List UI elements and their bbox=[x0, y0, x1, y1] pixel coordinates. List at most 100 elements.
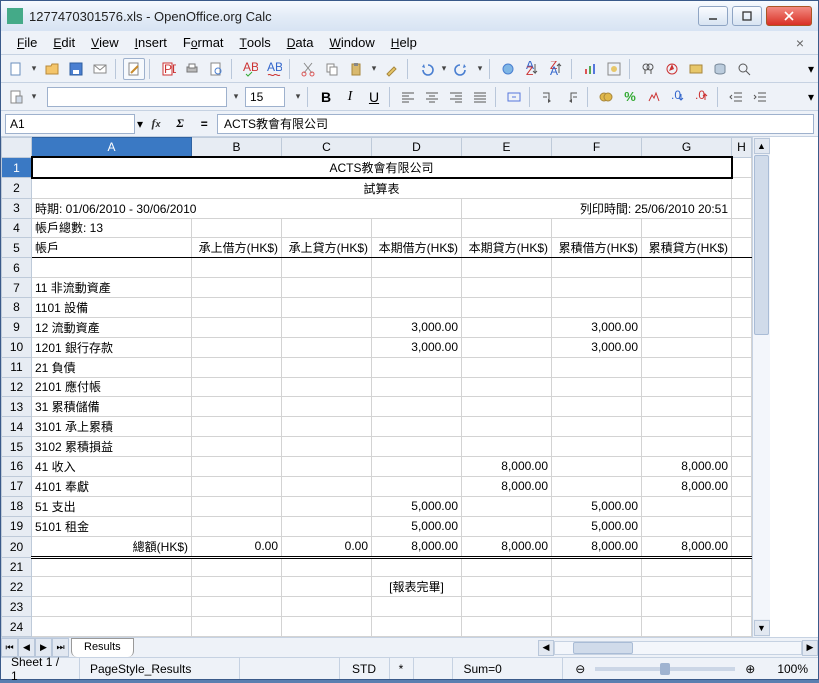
cell[interactable] bbox=[192, 437, 282, 457]
cell[interactable] bbox=[192, 317, 282, 337]
cell[interactable] bbox=[642, 397, 732, 417]
status-sum[interactable]: Sum=0 bbox=[453, 658, 563, 679]
row-header[interactable]: 18 bbox=[2, 496, 32, 516]
font-name-input[interactable] bbox=[47, 87, 227, 107]
row-header[interactable]: 23 bbox=[2, 597, 32, 617]
copy-icon[interactable] bbox=[321, 58, 343, 80]
cell[interactable]: 列印時間: 25/06/2010 20:51 bbox=[462, 198, 732, 218]
minimize-button[interactable] bbox=[698, 6, 728, 26]
cell[interactable]: 3,000.00 bbox=[552, 317, 642, 337]
cell[interactable] bbox=[462, 437, 552, 457]
cell[interactable]: 12 流動資產 bbox=[32, 317, 192, 337]
maximize-button[interactable] bbox=[732, 6, 762, 26]
cell[interactable] bbox=[642, 377, 732, 397]
print-icon[interactable] bbox=[181, 58, 203, 80]
new-dropdown[interactable]: ▾ bbox=[29, 63, 39, 74]
cell[interactable]: 5,000.00 bbox=[372, 496, 462, 516]
menu-data[interactable]: Data bbox=[279, 32, 322, 53]
font-size-dropdown[interactable]: ▾ bbox=[293, 91, 303, 102]
row-header[interactable]: 20 bbox=[2, 536, 32, 557]
ltr-icon[interactable] bbox=[537, 86, 559, 108]
navigator-icon[interactable] bbox=[661, 58, 683, 80]
undo-dropdown[interactable]: ▾ bbox=[439, 63, 449, 74]
sum-icon[interactable]: Σ bbox=[169, 113, 191, 135]
cell[interactable] bbox=[192, 298, 282, 318]
zoom-slider[interactable] bbox=[595, 667, 735, 671]
function-wizard-icon[interactable]: fx bbox=[145, 113, 167, 135]
cell[interactable] bbox=[282, 456, 372, 476]
cell[interactable] bbox=[552, 456, 642, 476]
row-header[interactable]: 10 bbox=[2, 337, 32, 357]
cell[interactable]: 51 支出 bbox=[32, 496, 192, 516]
cell[interactable] bbox=[282, 298, 372, 318]
cell[interactable]: 5101 租金 bbox=[32, 516, 192, 536]
status-mode[interactable]: STD bbox=[340, 658, 390, 679]
cell[interactable] bbox=[282, 317, 372, 337]
cell[interactable] bbox=[552, 476, 642, 496]
row-header[interactable]: 13 bbox=[2, 397, 32, 417]
cell[interactable] bbox=[462, 357, 552, 377]
cell[interactable]: 承上借方(HK$) bbox=[192, 238, 282, 258]
cell[interactable] bbox=[192, 496, 282, 516]
cell[interactable] bbox=[642, 278, 732, 298]
cell[interactable]: 帳戶總數: 13 bbox=[32, 218, 192, 238]
cell[interactable] bbox=[282, 357, 372, 377]
currency-icon[interactable] bbox=[595, 86, 617, 108]
row-header[interactable]: 21 bbox=[2, 557, 32, 577]
cell[interactable] bbox=[192, 516, 282, 536]
name-box[interactable] bbox=[5, 114, 135, 134]
sort-desc-icon[interactable]: ZA bbox=[545, 58, 567, 80]
row-header[interactable]: 1 bbox=[2, 157, 32, 177]
cell-A1[interactable]: ACTS教會有限公司 bbox=[32, 157, 732, 177]
cell[interactable]: 3101 承上累積 bbox=[32, 417, 192, 437]
cell[interactable] bbox=[642, 337, 732, 357]
cell[interactable] bbox=[192, 357, 282, 377]
row-header[interactable]: 16 bbox=[2, 456, 32, 476]
cell[interactable] bbox=[642, 516, 732, 536]
add-decimal-icon[interactable]: .0 bbox=[667, 86, 689, 108]
cell[interactable] bbox=[192, 456, 282, 476]
cell[interactable]: 帳戶 bbox=[32, 238, 192, 258]
menu-window[interactable]: Window bbox=[321, 32, 382, 53]
cell[interactable]: 3102 累積損益 bbox=[32, 437, 192, 457]
tab-first-icon[interactable]: ⏮ bbox=[1, 638, 18, 657]
styles-icon[interactable] bbox=[5, 86, 27, 108]
cell[interactable] bbox=[282, 496, 372, 516]
equals-icon[interactable]: = bbox=[193, 113, 215, 135]
cell[interactable]: 8,000.00 bbox=[642, 476, 732, 496]
align-right-icon[interactable] bbox=[445, 86, 467, 108]
cell[interactable] bbox=[642, 298, 732, 318]
menubar-close-icon[interactable]: × bbox=[790, 35, 810, 51]
sort-asc-icon[interactable]: AZ bbox=[521, 58, 543, 80]
cell[interactable] bbox=[282, 437, 372, 457]
cell[interactable] bbox=[462, 298, 552, 318]
formula-input[interactable] bbox=[217, 114, 814, 134]
cell[interactable]: 3,000.00 bbox=[552, 337, 642, 357]
paintbrush-icon[interactable] bbox=[381, 58, 403, 80]
row-header[interactable]: 9 bbox=[2, 317, 32, 337]
row-header[interactable]: 19 bbox=[2, 516, 32, 536]
cell[interactable] bbox=[462, 417, 552, 437]
redo-icon[interactable] bbox=[451, 58, 473, 80]
cell[interactable] bbox=[192, 476, 282, 496]
autospell-icon[interactable]: ABC bbox=[263, 58, 285, 80]
open-icon[interactable] bbox=[41, 58, 63, 80]
cell[interactable]: 總額(HK$) bbox=[32, 536, 192, 557]
cell[interactable] bbox=[372, 417, 462, 437]
cell[interactable] bbox=[372, 476, 462, 496]
vertical-scrollbar[interactable]: ▲ ▼ bbox=[752, 137, 770, 637]
col-header-B[interactable]: B bbox=[192, 138, 282, 158]
cell[interactable] bbox=[642, 496, 732, 516]
row-header[interactable]: 3 bbox=[2, 198, 32, 218]
paste-dropdown[interactable]: ▾ bbox=[369, 63, 379, 74]
col-header-D[interactable]: D bbox=[372, 138, 462, 158]
gallery-icon[interactable] bbox=[685, 58, 707, 80]
cell[interactable]: 21 負債 bbox=[32, 357, 192, 377]
cell[interactable]: 累積借方(HK$) bbox=[552, 238, 642, 258]
sheet-tab-results[interactable]: Results bbox=[71, 638, 134, 657]
cell[interactable] bbox=[192, 337, 282, 357]
cell[interactable] bbox=[192, 397, 282, 417]
cell[interactable] bbox=[462, 516, 552, 536]
dec-indent-icon[interactable] bbox=[725, 86, 747, 108]
rtl-icon[interactable] bbox=[561, 86, 583, 108]
